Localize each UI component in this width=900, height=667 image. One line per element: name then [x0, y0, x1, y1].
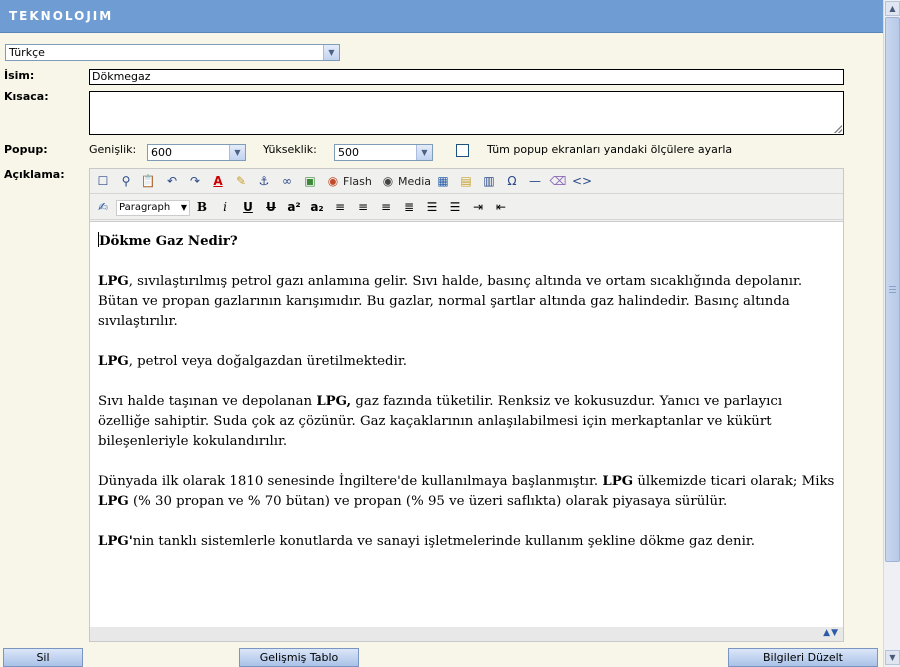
link-icon[interactable]: ∞ [278, 173, 296, 190]
eraser-icon[interactable]: ⌫ [549, 173, 567, 190]
table-edit-icon[interactable]: ▤ [457, 173, 475, 190]
page-scrollbar[interactable]: ▲ ▼ [883, 0, 900, 667]
format-select[interactable]: Paragraph ▼ [116, 200, 190, 216]
isim-input-value: Dökmegaz [92, 70, 151, 83]
language-select-value: Türkçe [9, 46, 45, 59]
chevron-down-icon[interactable]: ▼ [323, 45, 339, 60]
yukseklik-select[interactable]: 500 ▼ [334, 144, 433, 161]
media-label[interactable]: Media [398, 174, 431, 189]
kisaca-label: Kısaca: [4, 90, 49, 103]
align-right-icon[interactable]: ≡ [377, 199, 395, 216]
editor-content[interactable]: Dökme Gaz Nedir? LPG, sıvılaştırılmış pe… [90, 221, 843, 628]
yukseklik-label: Yükseklik: [263, 143, 317, 156]
scroll-up-button[interactable]: ▲ [885, 1, 900, 16]
strikethrough-icon[interactable]: U [262, 199, 280, 216]
genislik-select[interactable]: 600 ▼ [147, 144, 246, 161]
align-center-icon[interactable]: ≡ [354, 199, 372, 216]
editor-toolbar-1: ☐ ⚲ 📋 ↶ ↷ A ✎ ⚓ ∞ ▣ ◉ Flash ◉ Media ▦ ▤ … [90, 169, 843, 194]
find-icon[interactable]: ⚲ [117, 173, 135, 190]
popup-all-label: Tüm popup ekranları yandaki ölçülere aya… [487, 143, 733, 156]
table-icon[interactable]: ▦ [434, 173, 452, 190]
chevron-down-icon[interactable]: ▼ [229, 145, 245, 160]
content-paragraph: LPG, sıvılaştırılmış petrol gazı anlamın… [98, 274, 803, 329]
paste-icon[interactable]: 📋 [139, 173, 157, 190]
editor-toolbar-2: ✍ Paragraph ▼ B i U U a² a₂ ≡ ≡ ≡ ≣ ☰ ☰ … [90, 195, 843, 220]
editor-statusbar: ▲▼ [90, 627, 843, 641]
indent-icon[interactable]: ⇥ [469, 199, 487, 216]
highlight-color-icon[interactable]: ✎ [232, 173, 250, 190]
unordered-list-icon[interactable]: ☰ [446, 199, 464, 216]
bold-icon[interactable]: B [193, 199, 211, 216]
sil-button[interactable]: Sil [3, 648, 83, 667]
content-paragraph: LPG, petrol veya doğalgazdan üretilmekte… [98, 354, 407, 369]
resize-grip-icon[interactable] [834, 125, 842, 133]
redo-icon[interactable]: ↷ [186, 173, 204, 190]
text-color-icon[interactable]: A [209, 173, 227, 190]
content-heading: Dökme Gaz Nedir? [98, 232, 238, 249]
scrollbar-thumb[interactable] [885, 17, 900, 562]
yukseklik-select-value: 500 [338, 146, 359, 159]
content-paragraph: Sıvı halde taşınan ve depolanan LPG, gaz… [98, 394, 783, 449]
html-source-icon[interactable]: <> [572, 173, 592, 190]
undo-icon[interactable]: ↶ [163, 173, 181, 190]
italic-icon[interactable]: i [216, 199, 234, 216]
special-char-icon[interactable]: Ω [503, 173, 521, 190]
popup-label: Popup: [4, 143, 48, 156]
bilgileri-duzelt-button[interactable]: Bilgileri Düzelt [728, 648, 878, 667]
language-select[interactable]: Türkçe ▼ [5, 44, 340, 61]
resize-arrows-icon[interactable]: ▲▼ [823, 628, 839, 638]
align-left-icon[interactable]: ≡ [331, 199, 349, 216]
format-select-value: Paragraph [119, 202, 171, 213]
genislik-label: Genişlik: [89, 143, 137, 156]
kisaca-textarea[interactable] [89, 91, 844, 135]
genislik-select-value: 600 [151, 146, 172, 159]
flash-label[interactable]: Flash [343, 174, 372, 189]
gelismis-tablo-button[interactable]: Gelişmiş Tablo [239, 648, 359, 667]
media-icon[interactable]: ◉ [379, 173, 397, 190]
new-document-icon[interactable]: ☐ [94, 173, 112, 190]
isim-input[interactable]: Dökmegaz [89, 69, 844, 85]
app-header: TEKNOLOJIM [0, 0, 883, 33]
anchor-icon[interactable]: ⚓ [255, 173, 273, 190]
outdent-icon[interactable]: ⇤ [492, 199, 510, 216]
content-paragraph: LPG'nin tanklı sistemlerle konutlarda ve… [98, 534, 755, 549]
horizontal-rule-icon[interactable]: — [526, 173, 544, 190]
app-logo: TEKNOLOJIM [9, 9, 114, 23]
flash-icon[interactable]: ◉ [324, 173, 342, 190]
image-icon[interactable]: ▣ [301, 173, 319, 190]
ordered-list-icon[interactable]: ☰ [423, 199, 441, 216]
template-icon[interactable]: ▥ [480, 173, 498, 190]
content-paragraph: Dünyada ilk olarak 1810 senesinde İngilt… [98, 474, 835, 509]
chevron-down-icon[interactable]: ▼ [181, 201, 187, 215]
popup-all-checkbox[interactable] [456, 144, 469, 157]
rich-text-editor: ☐ ⚲ 📋 ↶ ↷ A ✎ ⚓ ∞ ▣ ◉ Flash ◉ Media ▦ ▤ … [89, 168, 844, 642]
aciklama-label: Açıklama: [4, 168, 65, 181]
superscript-icon[interactable]: a² [285, 199, 303, 216]
chevron-down-icon[interactable]: ▼ [416, 145, 432, 160]
isim-label: İsim: [4, 69, 35, 82]
align-justify-icon[interactable]: ≣ [400, 199, 418, 216]
subscript-icon[interactable]: a₂ [308, 199, 326, 216]
edit-style-icon[interactable]: ✍ [94, 199, 112, 216]
underline-icon[interactable]: U [239, 199, 257, 216]
scroll-down-button[interactable]: ▼ [885, 650, 900, 665]
